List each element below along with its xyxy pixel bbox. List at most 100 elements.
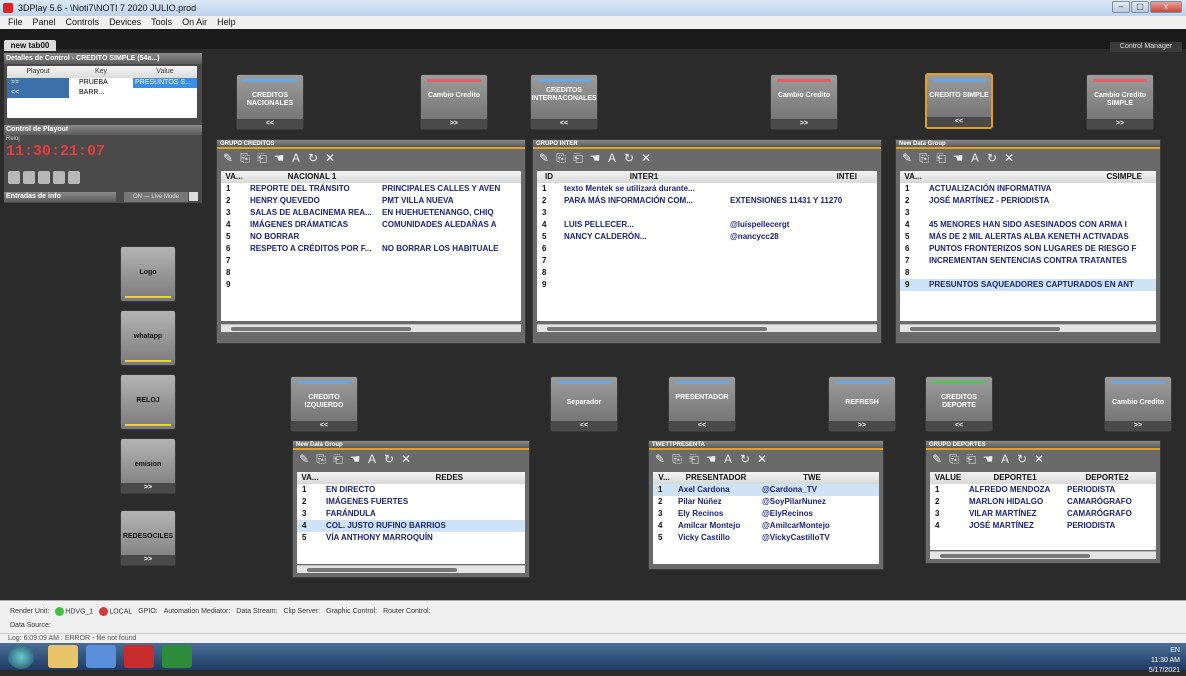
paste-icon[interactable]: ⎗	[964, 453, 978, 465]
table-row[interactable]: 2 JOSÉ MARTÍNEZ - PERIODISTA	[900, 195, 1156, 207]
font-icon[interactable]: A	[289, 152, 303, 164]
menu-file[interactable]: File	[8, 16, 23, 29]
graphic-control-status[interactable]: Graphic Control:	[326, 607, 377, 617]
table-row[interactable]: 8	[900, 267, 1156, 279]
refresh-icon[interactable]: ↻	[382, 453, 396, 465]
3dplay-taskbar-icon[interactable]	[124, 645, 154, 668]
cambio-credito-simple-button[interactable]: Cambio Credito SIMPLE >>	[1086, 74, 1154, 130]
paste-icon[interactable]: ⎗	[571, 152, 585, 164]
explorer-icon[interactable]	[48, 645, 78, 668]
table-row[interactable]: 7 INCREMENTAN SENTENCIAS CONTRA TRATANTES	[900, 255, 1156, 267]
table-row[interactable]: 2 PARA MÁS INFORMACIÓN COM... EXTENSIONES …	[537, 195, 877, 207]
col-key[interactable]: Key	[69, 66, 133, 78]
table-row[interactable]: 3 FARÁNDULA	[297, 508, 525, 520]
table-row[interactable]: 5 MÁS DE 2 MIL ALERTAS ALBA KENETH ACTIVA…	[900, 231, 1156, 243]
local-status[interactable]: LOCAL	[99, 607, 132, 617]
delete-icon[interactable]: ✕	[323, 152, 337, 164]
copy-icon[interactable]: ⎘	[947, 453, 961, 465]
cambio-credito-button-1[interactable]: Cambio Credito >>	[420, 74, 488, 130]
logo-button[interactable]: Logo	[120, 246, 176, 302]
font-icon[interactable]: A	[998, 453, 1012, 465]
creditos-nacionales-button[interactable]: CREDITOS NACIONALES <<	[236, 74, 304, 130]
whatapp-button[interactable]: whatapp	[120, 310, 176, 366]
table-row[interactable]: 6 PUNTOS FRONTERIZOS SON LUGARES DE RIESG…	[900, 243, 1156, 255]
edit-icon[interactable]: ✎	[900, 152, 914, 164]
delete-icon[interactable]: ✕	[755, 453, 769, 465]
paste-icon[interactable]: ⎗	[934, 152, 948, 164]
live-mode-checkbox[interactable]	[189, 192, 198, 201]
font-icon[interactable]: A	[968, 152, 982, 164]
edit-icon[interactable]: ✎	[297, 453, 311, 465]
table-row[interactable]: 9	[537, 279, 877, 291]
reloj-button[interactable]: RELOJ	[120, 374, 176, 430]
prev-icon[interactable]	[8, 171, 20, 184]
control-manager-button[interactable]: Control Manager	[1110, 42, 1182, 52]
table-row[interactable]: 8	[537, 267, 877, 279]
play-icon[interactable]	[23, 171, 35, 184]
table-row[interactable]: 6 RESPETO A CRÉDITOS POR F... NO BORRAR LO…	[221, 243, 521, 255]
table-row[interactable]: 4 45 MENORES HAN SIDO ASESINADOS CON ARMA…	[900, 219, 1156, 231]
menu-panel[interactable]: Panel	[33, 16, 56, 29]
table-row[interactable]: 2 Pilar Núñez @SoyPilarNunez	[653, 496, 879, 508]
delete-icon[interactable]: ✕	[399, 453, 413, 465]
table-row[interactable]: 6	[537, 243, 877, 255]
separador-button[interactable]: Separador <<	[550, 376, 618, 432]
table-row[interactable]: 1 texto Mentek se utilizará durante...	[537, 183, 877, 195]
horizontal-scrollbar[interactable]	[221, 324, 521, 332]
table-row[interactable]: 1 EN DIRECTO	[297, 484, 525, 496]
table-row[interactable]: 4 LUIS PELLECER... @luispellecergt	[537, 219, 877, 231]
hand-icon[interactable]: ☚	[981, 453, 995, 465]
table-row[interactable]: 2 HENRY QUEVEDO PMT VILLA NUEVA	[221, 195, 521, 207]
horizontal-scrollbar[interactable]	[930, 551, 1156, 559]
paste-icon[interactable]: ⎗	[687, 453, 701, 465]
table-row[interactable]: 9	[221, 279, 521, 291]
credito-izquierdo-button[interactable]: CREDITO IZQUIERDO <<	[290, 376, 358, 432]
network-icon[interactable]	[86, 645, 116, 668]
table-row[interactable]: >> PRUEBA BARR... PRESUNTOS S...	[7, 78, 197, 96]
clock-time[interactable]: 11:30 AM	[1149, 656, 1180, 666]
copy-icon[interactable]: ⎘	[314, 453, 328, 465]
creditos-deporte-button[interactable]: CREDITOS DEPORTE <<	[925, 376, 993, 432]
table-row[interactable]: 7	[537, 255, 877, 267]
minimize-button[interactable]: –	[1112, 1, 1130, 13]
live-mode-toggle[interactable]: ON — Live Mode	[124, 192, 188, 202]
automation-status[interactable]: Automation Mediator:	[164, 607, 231, 617]
copy-icon[interactable]: ⎘	[670, 453, 684, 465]
tab-new-tab00[interactable]: new tab00	[4, 40, 56, 51]
creditos-internacionales-button[interactable]: CREDITOS INTERNACONALES <<	[530, 74, 598, 130]
stop-icon[interactable]	[53, 171, 65, 184]
gpio-status[interactable]: GPIO:	[138, 607, 157, 617]
table-row-selected[interactable]: 1 Axel Cardona @Cardona_TV	[653, 484, 879, 496]
table-row[interactable]: 3	[900, 207, 1156, 219]
table-row[interactable]: 5 NO BORRAR	[221, 231, 521, 243]
menu-devices[interactable]: Devices	[109, 16, 141, 29]
edit-icon[interactable]: ✎	[930, 453, 944, 465]
maximize-button[interactable]: ▢	[1131, 1, 1149, 13]
presentador-button[interactable]: PRESENTADOR <<	[668, 376, 736, 432]
refresh-icon[interactable]: ↻	[306, 152, 320, 164]
hand-icon[interactable]: ☚	[272, 152, 286, 164]
font-icon[interactable]: A	[605, 152, 619, 164]
redesociles-button[interactable]: REDESOCILES >>	[120, 510, 176, 566]
table-row-selected[interactable]: 4 COL. JUSTO RUFINO BARRIOS	[297, 520, 525, 532]
menu-help[interactable]: Help	[217, 16, 236, 29]
hand-icon[interactable]: ☚	[704, 453, 718, 465]
hand-icon[interactable]: ☚	[348, 453, 362, 465]
table-row[interactable]: 3 VILAR MARTÍNEZ CAMARÓGRAFO	[930, 508, 1156, 520]
table-row[interactable]: 4 JOSÉ MARTÍNEZ PERIODISTA	[930, 520, 1156, 532]
col-playout[interactable]: Playout	[7, 66, 69, 78]
hand-icon[interactable]: ☚	[588, 152, 602, 164]
close-button[interactable]: x	[1150, 1, 1182, 13]
table-row[interactable]: 5 VÍA ANTHONY MARROQUÍN	[297, 532, 525, 544]
edit-icon[interactable]: ✎	[653, 453, 667, 465]
table-row[interactable]: 8	[221, 267, 521, 279]
refresh-icon[interactable]: ↻	[1015, 453, 1029, 465]
language-indicator[interactable]: EN	[1170, 647, 1180, 654]
refresh-button[interactable]: REFRESH >>	[828, 376, 896, 432]
copy-icon[interactable]: ⎘	[238, 152, 252, 164]
emision-button[interactable]: emision >>	[120, 438, 176, 494]
horizontal-scrollbar[interactable]	[537, 324, 877, 332]
table-row-selected[interactable]: 9 PRESUNTOS SAQUEADORES CAPTURADOS EN ANT	[900, 279, 1156, 291]
menu-tools[interactable]: Tools	[151, 16, 172, 29]
table-row[interactable]: 7	[221, 255, 521, 267]
